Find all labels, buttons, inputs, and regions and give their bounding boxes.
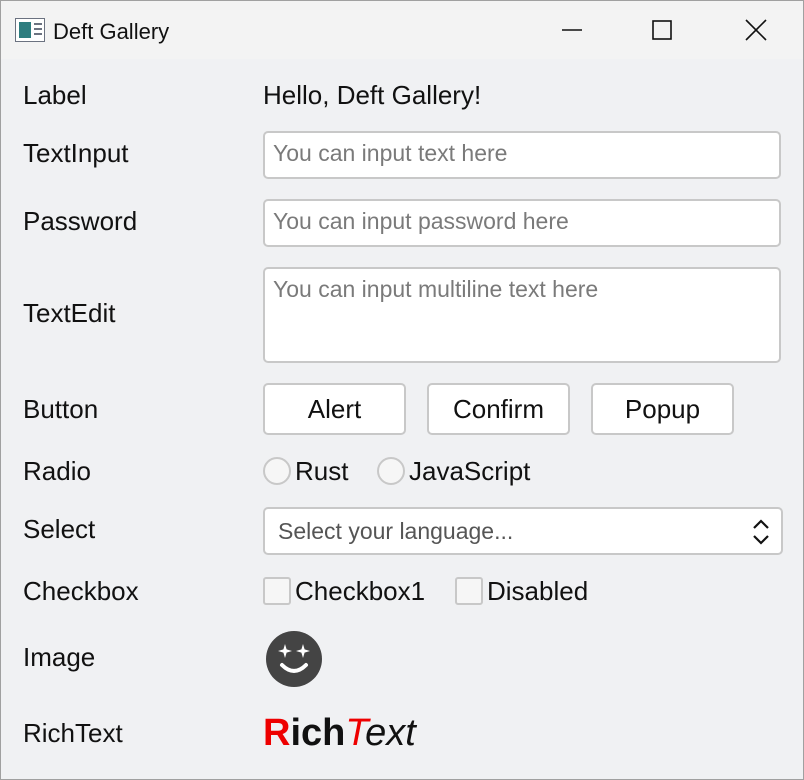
close-button[interactable] bbox=[709, 1, 803, 59]
checkbox1[interactable] bbox=[263, 577, 291, 605]
window-title: Deft Gallery bbox=[53, 19, 170, 44]
radio-javascript[interactable] bbox=[377, 457, 405, 485]
maximize-button[interactable] bbox=[615, 1, 709, 59]
smiley-icon bbox=[266, 631, 322, 687]
rich-text: RichText bbox=[263, 711, 416, 755]
rich-text-part-3: T bbox=[345, 712, 366, 754]
select-placeholder: Select your language... bbox=[278, 518, 514, 544]
radio-row-label: Radio bbox=[23, 456, 91, 486]
password-row-label: Password bbox=[23, 206, 138, 236]
image-row-label: Image bbox=[23, 642, 96, 672]
button-row-label: Button bbox=[23, 394, 99, 424]
textinput-row-label: TextInput bbox=[23, 138, 129, 168]
maximize-icon bbox=[652, 20, 672, 40]
checkbox-disabled bbox=[455, 577, 483, 605]
popup-button[interactable]: Popup bbox=[591, 383, 734, 435]
text-edit-area[interactable]: You can input multiline text here bbox=[263, 267, 781, 363]
app-window: Deft Gallery Label Hello, Deft Gallery! … bbox=[0, 0, 804, 780]
language-select[interactable]: Select your language... bbox=[263, 507, 783, 555]
confirm-button[interactable]: Confirm bbox=[427, 383, 570, 435]
select-arrows-icon bbox=[753, 519, 769, 545]
checkbox-row-label: Checkbox bbox=[23, 576, 139, 606]
checkbox1-label: Checkbox1 bbox=[295, 576, 426, 606]
select-row-label: Select bbox=[23, 514, 96, 544]
title-bar: Deft Gallery bbox=[1, 1, 803, 59]
minimize-button[interactable] bbox=[525, 1, 619, 59]
radio-rust-label: Rust bbox=[295, 456, 349, 486]
app-icon bbox=[15, 18, 45, 42]
password-input[interactable]: You can input password here bbox=[263, 199, 781, 247]
rich-text-part-4: ext bbox=[365, 712, 416, 754]
minimize-icon bbox=[562, 29, 582, 31]
radio-rust[interactable] bbox=[263, 457, 291, 485]
rich-text-part-1: R bbox=[263, 712, 291, 754]
alert-button[interactable]: Alert bbox=[263, 383, 406, 435]
text-input[interactable]: You can input text here bbox=[263, 131, 781, 179]
richtext-row-label: RichText bbox=[23, 718, 123, 748]
close-icon bbox=[745, 19, 767, 41]
textedit-row-label: TextEdit bbox=[23, 298, 116, 328]
checkbox-disabled-label: Disabled bbox=[487, 576, 589, 606]
rich-text-part-2: ich bbox=[290, 712, 346, 754]
radio-javascript-label: JavaScript bbox=[409, 456, 531, 486]
label-value: Hello, Deft Gallery! bbox=[263, 80, 482, 110]
label-row-label: Label bbox=[23, 80, 87, 110]
